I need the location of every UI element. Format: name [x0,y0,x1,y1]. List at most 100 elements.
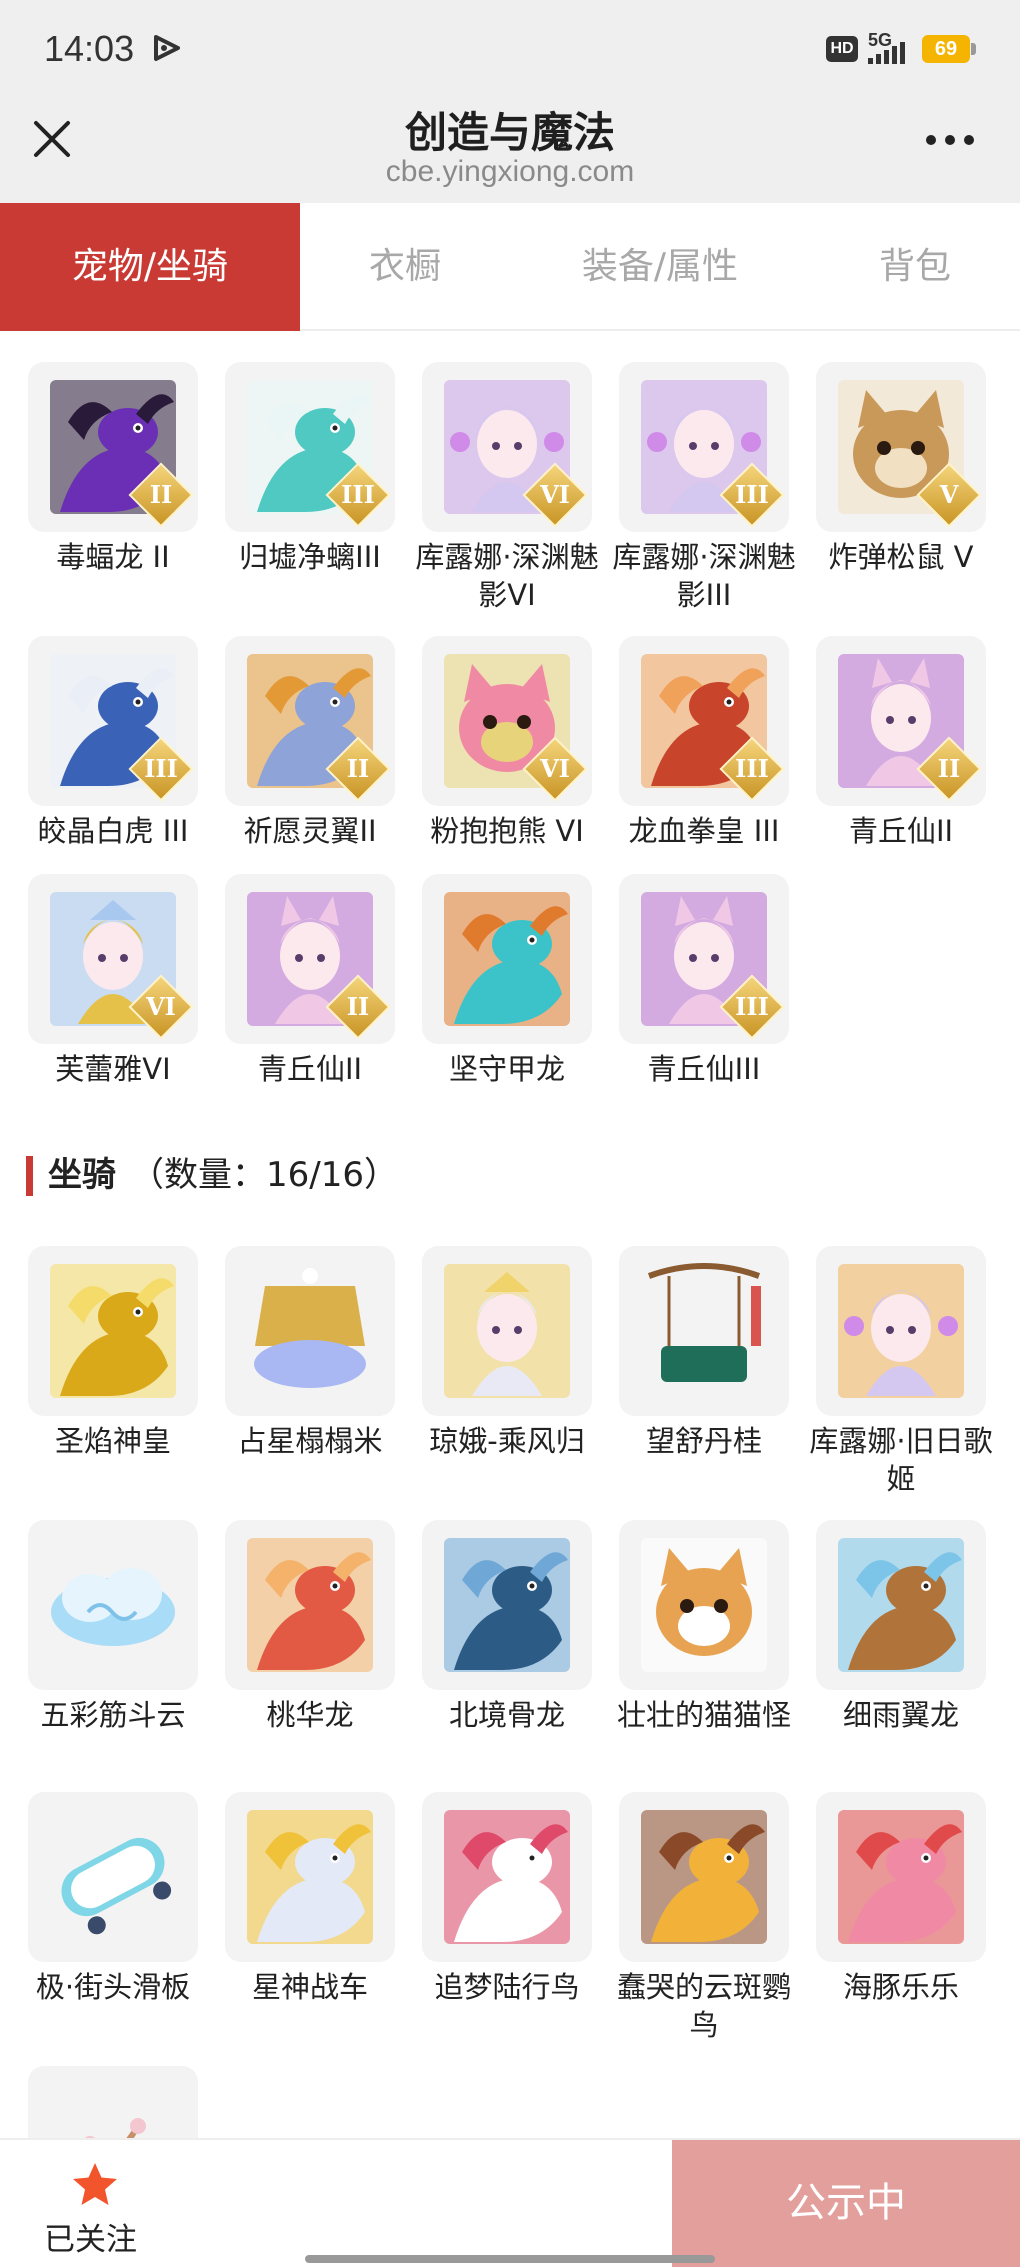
level-badge-text: III [735,754,769,783]
tab-backpack[interactable]: 背包 [810,203,1020,331]
pet-thumbnail[interactable]: II [225,874,395,1044]
mount-name: 星神战车 [251,1970,368,2004]
mount-thumbnail[interactable] [816,1520,986,1690]
mount-thumbnail[interactable] [28,1246,198,1416]
status-time: 14:03 [44,28,135,69]
level-badge-text: II [346,754,370,783]
mount-art [444,1538,570,1672]
mount-thumbnail[interactable] [619,1520,789,1690]
pet-name: 归墟净螭III [239,540,381,574]
mount-thumbnail[interactable] [422,1792,592,1962]
page-title: 创造与魔法 [404,108,615,157]
pet-thumbnail[interactable]: III [619,636,789,806]
mount-art [254,1268,366,1388]
mount-thumbnail[interactable] [422,1246,592,1416]
mount-art [838,1538,964,1672]
publish-status-button[interactable]: 公示中 [672,2140,1020,2267]
section-accent-bar [26,1156,33,1196]
mount-thumbnail[interactable] [225,1792,395,1962]
tab-pets-mounts[interactable]: 宠物/坐骑 [0,203,300,331]
mount-art [61,1837,172,1935]
level-badge-text: II [346,992,370,1021]
mount-art [641,1538,767,1672]
mount-thumbnail[interactable] [28,1792,198,1962]
mount-thumbnail[interactable] [619,1246,789,1416]
level-badge-text: III [735,992,769,1021]
pet-name: 毒蝠龙 II [56,540,170,574]
pet-name: 坚守甲龙 [448,1052,565,1086]
section-title: 坐骑 [48,1155,116,1195]
pet-name: 青丘仙II [257,1052,363,1086]
mount-name: 五彩筋斗云 [40,1698,186,1732]
level-badge-text: III [144,754,178,783]
mount-art [51,1568,175,1646]
mount-art [247,1810,373,1944]
mount-art [641,1810,767,1944]
pet-thumbnail[interactable]: III [225,362,395,532]
pet-thumbnail[interactable]: III [619,874,789,1044]
pet-art [444,892,570,1026]
signal-icon [868,42,905,64]
status-bar: 14:03 HD 5G 69 [0,0,1020,95]
level-badge-text: II [149,480,173,509]
bottom-bar: 已关注 公示中 [0,2138,1020,2267]
follow-label[interactable]: 已关注 [44,2214,137,2259]
mount-name: 库露娜·旧日歌姬 [809,1424,993,1496]
pet-thumbnail[interactable] [422,874,592,1044]
mount-thumbnail[interactable] [619,1792,789,1962]
mount-name: 望舒丹桂 [645,1424,762,1458]
mount-name: 圣焰神皇 [54,1424,171,1458]
mount-thumbnail[interactable] [816,1792,986,1962]
pet-name: 炸弹松鼠 V [828,540,974,574]
mount-thumbnail[interactable] [816,1246,986,1416]
mount-name: 细雨翼龙 [842,1698,959,1732]
page-url: cbe.yingxiong.com [385,155,635,188]
pet-name: 皎晶白虎 III [37,814,189,848]
pet-thumbnail[interactable]: III [619,362,789,532]
mount-art [247,1538,373,1672]
pet-name: 龙血拳皇 III [628,814,780,848]
mount-art [838,1810,964,1944]
pet-thumbnail[interactable]: V [816,362,986,532]
pet-name: 库露娜·深渊魅影VI [415,540,599,612]
tab-bar: 宠物/坐骑 衣橱 装备/属性 背包 [0,203,1020,331]
mount-art [84,2118,146,2138]
mount-thumbnail[interactable] [28,1520,198,1690]
mount-thumbnail[interactable] [422,1520,592,1690]
pet-name: 粉抱抱熊 VI [430,814,584,848]
mount-thumbnail[interactable] [28,2066,198,2138]
level-badge-text: VI [146,992,176,1021]
mount-name: 壮壮的猫猫怪 [616,1698,791,1732]
level-badge-text: III [341,480,375,509]
tab-equipment[interactable]: 装备/属性 [510,203,810,331]
mount-name: 追梦陆行鸟 [434,1970,580,2004]
mount-name: 琼娥-乘风归 [429,1424,585,1458]
mount-art [444,1264,570,1398]
star-icon[interactable] [70,2160,120,2210]
pet-name: 青丘仙III [647,1052,761,1086]
mount-art [838,1264,964,1398]
pet-name: 青丘仙II [848,814,954,848]
mount-name: 海豚乐乐 [842,1970,959,2004]
mount-art [50,1264,176,1398]
mount-thumbnail[interactable] [225,1520,395,1690]
pet-thumbnail[interactable]: VI [422,636,592,806]
pet-name: 芙蕾雅VI [55,1052,171,1086]
page-header: 创造与魔法 cbe.yingxiong.com [0,95,1020,203]
battery-icon: 69 [922,35,970,63]
level-badge-text: VI [540,480,570,509]
mount-grid: 圣焰神皇 占星榻榻米 琼娥-乘风归 望舒丹桂 库露娜·旧日歌姬 五彩筋斗云 桃华龙 北境骨龙 壮… [20,1246,1010,2138]
pet-thumbnail[interactable]: III [28,636,198,806]
pet-thumbnail[interactable]: II [28,362,198,532]
pet-thumbnail[interactable]: II [225,636,395,806]
tab-wardrobe[interactable]: 衣橱 [300,203,510,331]
mount-thumbnail[interactable] [225,1246,395,1416]
hd-icon: HD [826,36,858,62]
pet-thumbnail[interactable]: VI [28,874,198,1044]
pet-grid: II 毒蝠龙 II III 归墟净螭III VI 库露娜·深渊魅影VI III 库露娜·深渊魅… [20,362,1010,1102]
pet-thumbnail[interactable]: II [816,636,986,806]
more-icon[interactable] [924,133,976,147]
mount-name: 极·街头滑板 [35,1970,191,2004]
cast-icon [154,35,180,61]
pet-thumbnail[interactable]: VI [422,362,592,532]
